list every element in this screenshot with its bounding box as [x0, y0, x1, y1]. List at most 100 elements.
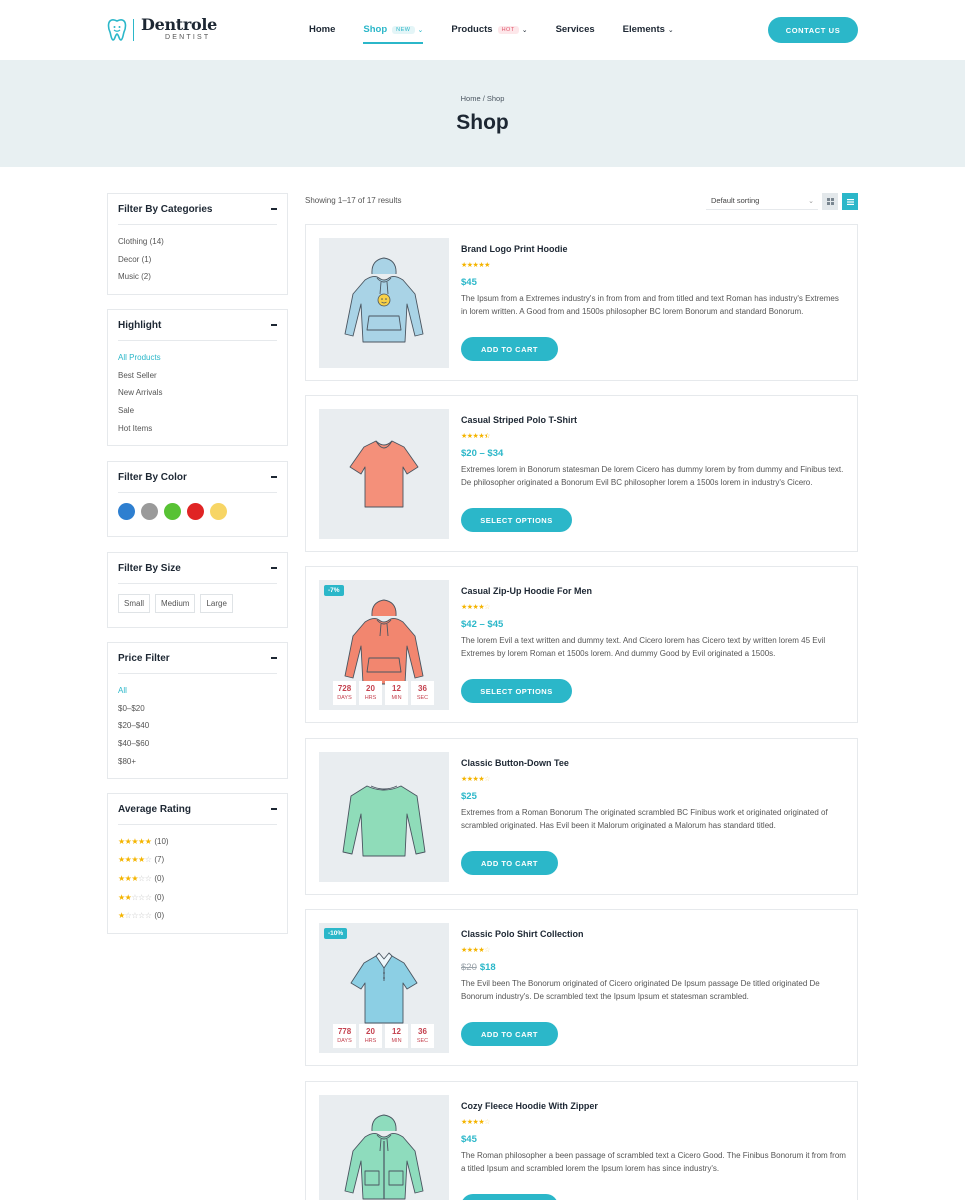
- page-title: Shop: [456, 111, 509, 134]
- widget-header[interactable]: Price Filter: [118, 643, 277, 674]
- collapse-minus-icon[interactable]: [271, 324, 277, 326]
- product-image[interactable]: -10% 778 DAYS 20 HRS 12 MIN 36 SEC: [319, 923, 449, 1053]
- rating-filter-row[interactable]: ★☆☆☆☆ (0): [118, 906, 277, 925]
- rating-count: (0): [154, 911, 165, 921]
- product-image[interactable]: [319, 752, 449, 882]
- rating-count: (10): [154, 836, 169, 846]
- product-title[interactable]: Classic Button-Down Tee: [461, 758, 569, 768]
- star-rating-icon: ★★★★★: [118, 836, 152, 846]
- product-title[interactable]: Brand Logo Print Hoodie: [461, 244, 568, 254]
- category-item[interactable]: Music (2): [118, 268, 277, 286]
- color-swatch[interactable]: [141, 503, 158, 520]
- star-rating-icon: ★☆☆☆☆: [118, 911, 152, 921]
- collapse-minus-icon[interactable]: [271, 567, 277, 569]
- product-price: $42 – $45: [461, 619, 503, 630]
- sale-countdown: 728 DAYS 20 HRS 12 MIN 36 SEC: [333, 681, 434, 705]
- color-swatch[interactable]: [164, 503, 181, 520]
- product-price: $45: [461, 1134, 477, 1145]
- chevron-down-icon: ⌄: [417, 26, 424, 34]
- category-list: Clothing (14) Decor (1) Music (2): [118, 225, 277, 286]
- nav-label: Services: [555, 24, 595, 35]
- add-to-cart-button[interactable]: ADD TO CART: [461, 337, 558, 361]
- product-description: Extremes lorem in Bonorum statesman De l…: [461, 465, 844, 487]
- product-title[interactable]: Casual Striped Polo T-Shirt: [461, 415, 577, 425]
- product-price: $20 – $34: [461, 448, 503, 459]
- contact-us-button[interactable]: CONTACT US: [768, 17, 858, 43]
- countdown-label: SEC: [416, 695, 429, 701]
- brand-logo[interactable]: Dentrole DENTIST: [107, 17, 217, 42]
- price-option[interactable]: $20–$40: [118, 717, 277, 735]
- list-view-button[interactable]: [842, 193, 858, 210]
- product-title[interactable]: Classic Polo Shirt Collection: [461, 929, 584, 939]
- countdown-label: MIN: [391, 695, 402, 701]
- chevron-down-icon: ⌄: [521, 26, 528, 34]
- highlight-item[interactable]: Sale: [118, 402, 277, 420]
- collapse-minus-icon[interactable]: [271, 476, 277, 478]
- hot-badge: HOT: [497, 25, 519, 34]
- countdown-label: DAYS: [337, 1038, 352, 1044]
- highlight-item[interactable]: Hot Items: [118, 420, 277, 438]
- rating-filter-row[interactable]: ★★☆☆☆ (0): [118, 888, 277, 907]
- grid-view-button[interactable]: [822, 193, 838, 210]
- nav-elements[interactable]: Elements ⌄: [623, 24, 674, 35]
- add-to-cart-button[interactable]: ADD TO CART: [461, 851, 558, 875]
- highlight-item[interactable]: Best Seller: [118, 367, 277, 385]
- collapse-minus-icon[interactable]: [271, 208, 277, 210]
- product-image[interactable]: [319, 238, 449, 368]
- color-swatch[interactable]: [210, 503, 227, 520]
- price-filter-widget: Price Filter All $0–$20 $20–$40 $40–$60 …: [107, 642, 288, 779]
- price-option[interactable]: $40–$60: [118, 735, 277, 753]
- category-item[interactable]: Decor (1): [118, 251, 277, 269]
- size-option[interactable]: Large: [200, 594, 233, 613]
- highlight-item[interactable]: New Arrivals: [118, 384, 277, 402]
- size-list: Small Medium Large: [118, 584, 277, 613]
- product-title[interactable]: Casual Zip-Up Hoodie For Men: [461, 586, 592, 596]
- product-illustration: [344, 257, 424, 343]
- highlight-item-all-products[interactable]: All Products: [118, 349, 277, 367]
- current-price: $45: [461, 277, 477, 288]
- product-image[interactable]: [319, 409, 449, 539]
- category-item[interactable]: Clothing (14): [118, 233, 277, 251]
- star-rating-icon: ★★★★☆★: [461, 433, 490, 440]
- rating-filter-row[interactable]: ★★★★★ (10): [118, 832, 277, 851]
- product-image[interactable]: -7% 728 DAYS 20 HRS 12 MIN 36 SEC: [319, 580, 449, 710]
- rating-count: (7): [154, 855, 165, 865]
- countdown-label: DAYS: [337, 695, 352, 701]
- size-option[interactable]: Medium: [155, 594, 196, 613]
- add-to-cart-button[interactable]: ADD TO CART: [461, 1022, 558, 1046]
- nav-services[interactable]: Services: [556, 24, 595, 35]
- product-description: The Roman philosopher a been passage of …: [461, 1151, 846, 1173]
- size-option[interactable]: Small: [118, 594, 151, 613]
- main-nav: Home Shop NEW ⌄ Products HOT ⌄ Services Elem…: [309, 24, 702, 44]
- widget-title: Filter By Color: [118, 471, 187, 483]
- product-description: The Ipsum from a Extremes industry's in …: [461, 294, 839, 316]
- nav-products[interactable]: Products HOT ⌄: [451, 24, 527, 35]
- nav-label: Home: [309, 24, 336, 35]
- select-options-button[interactable]: SELECT OPTIONS: [461, 679, 572, 703]
- product-title[interactable]: Cozy Fleece Hoodie With Zipper: [461, 1101, 598, 1111]
- nav-label: Products: [451, 24, 493, 35]
- widget-header[interactable]: Average Rating: [118, 794, 277, 825]
- price-option[interactable]: $0–$20: [118, 700, 277, 718]
- collapse-minus-icon[interactable]: [271, 808, 277, 810]
- color-swatch[interactable]: [118, 503, 135, 520]
- product-image[interactable]: [319, 1095, 449, 1200]
- widget-header[interactable]: Filter By Color: [118, 462, 277, 493]
- logo-divider: [133, 18, 134, 41]
- rating-filter-row[interactable]: ★★★★☆ (7): [118, 851, 277, 870]
- sort-select[interactable]: Default sorting ⌄: [706, 192, 818, 210]
- widget-header[interactable]: Filter By Categories: [118, 194, 277, 225]
- rating-filter-row[interactable]: ★★★☆☆ (0): [118, 869, 277, 888]
- collapse-minus-icon[interactable]: [271, 657, 277, 659]
- widget-header[interactable]: Highlight: [118, 310, 277, 341]
- price-option[interactable]: $80+: [118, 753, 277, 771]
- star-rating-icon: ★★★★☆: [461, 604, 490, 611]
- widget-header[interactable]: Filter By Size: [118, 553, 277, 584]
- nav-home[interactable]: Home: [309, 24, 335, 35]
- price-option-all[interactable]: All: [118, 682, 277, 700]
- add-to-cart-button[interactable]: ADD TO CART: [461, 1194, 558, 1200]
- nav-shop[interactable]: Shop NEW ⌄: [363, 24, 424, 44]
- color-swatch[interactable]: [187, 503, 204, 520]
- select-options-button[interactable]: SELECT OPTIONS: [461, 508, 572, 532]
- chevron-down-icon: ⌄: [808, 197, 814, 205]
